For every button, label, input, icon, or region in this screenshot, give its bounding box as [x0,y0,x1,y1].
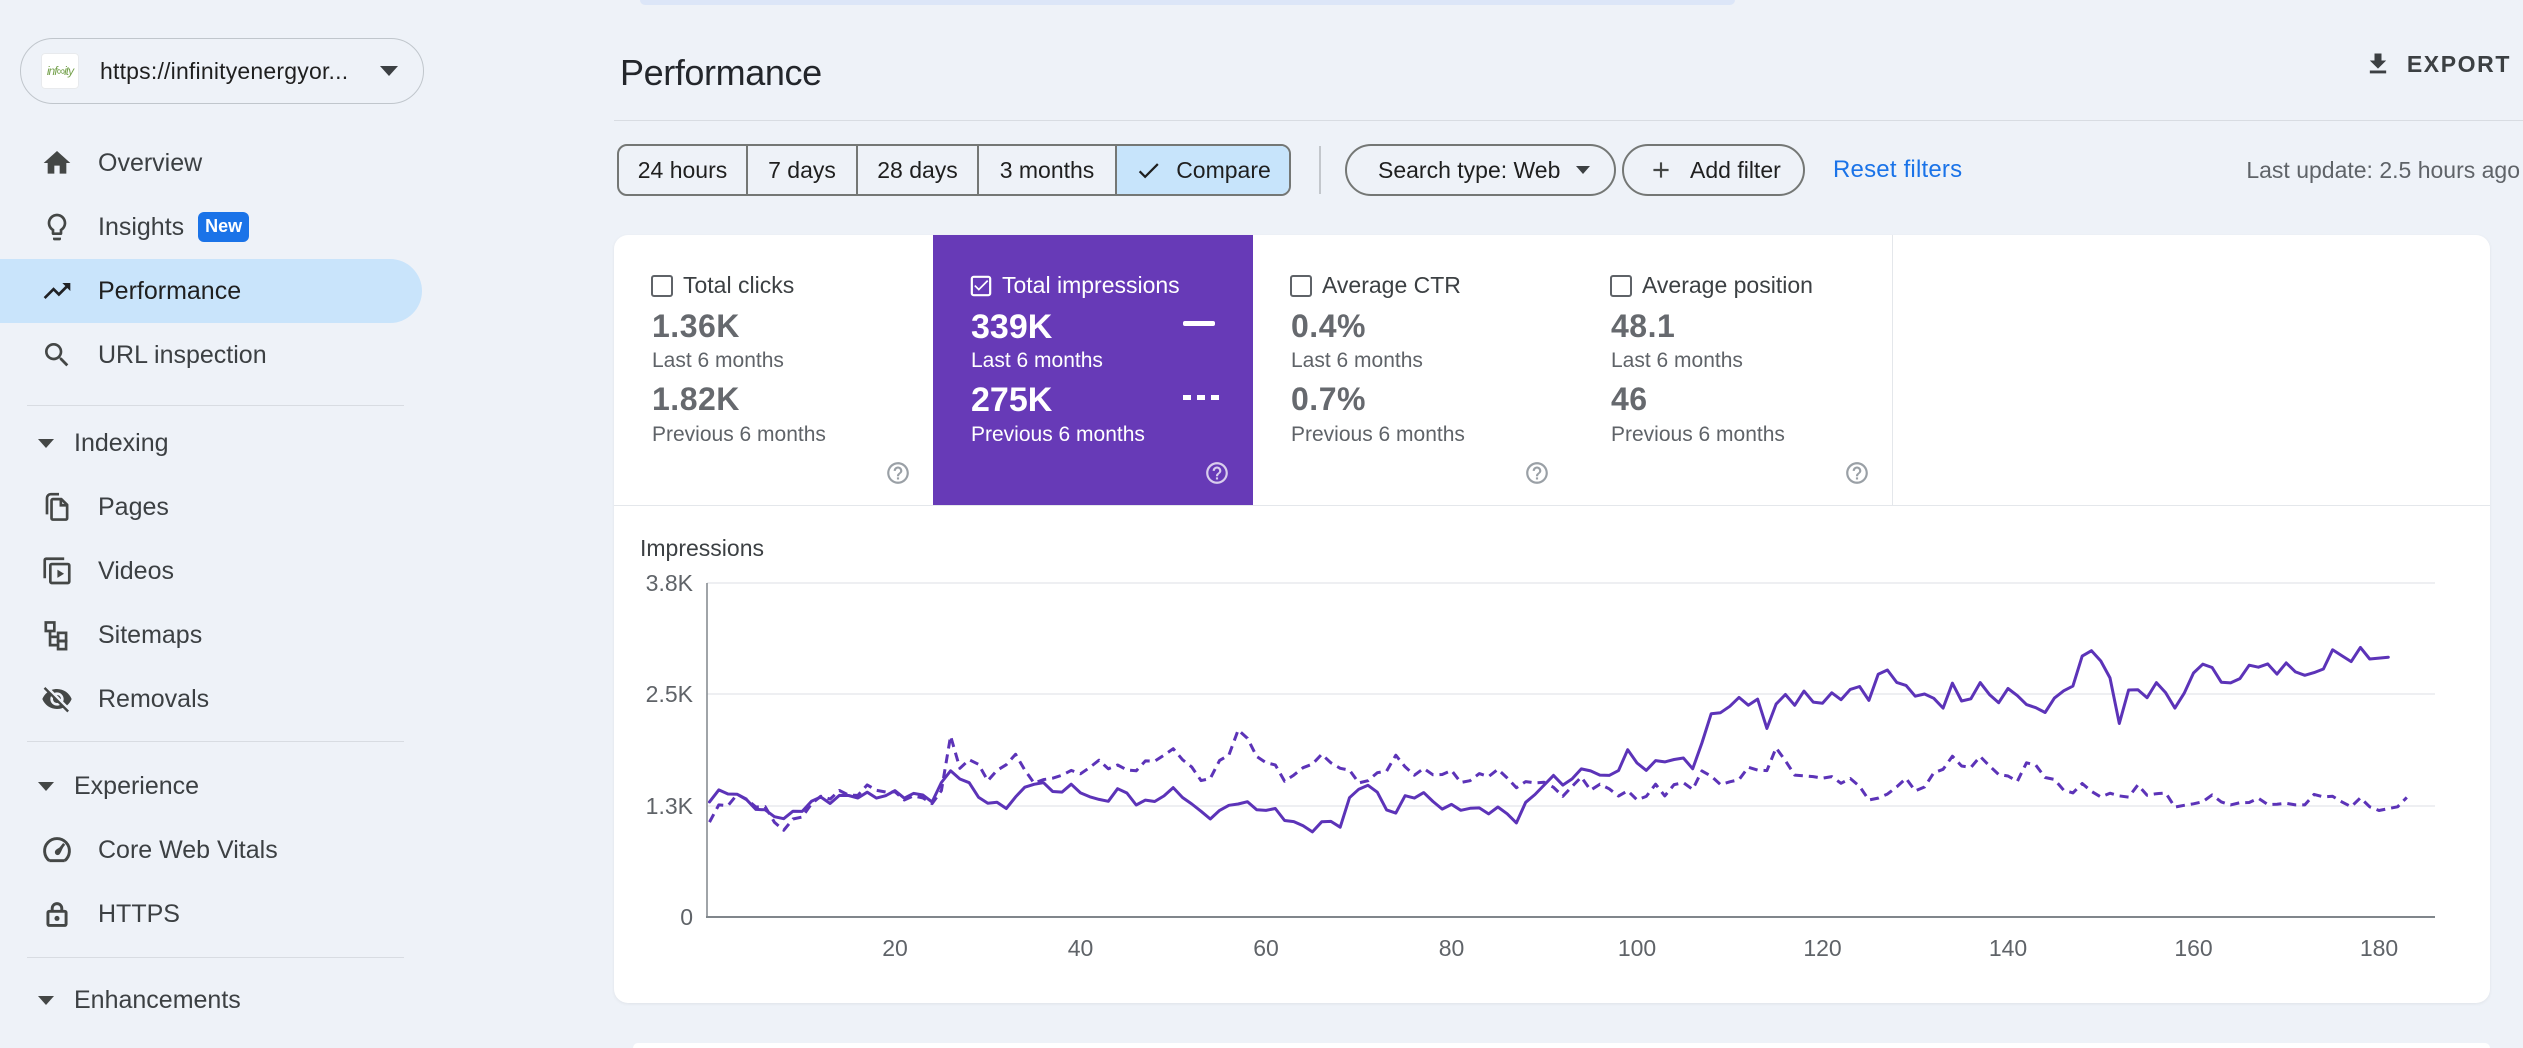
svg-text:120: 120 [1803,935,1841,961]
svg-text:140: 140 [1989,935,2027,961]
svg-text:20: 20 [882,935,908,961]
svg-text:60: 60 [1253,935,1279,961]
svg-text:Impressions: Impressions [640,535,764,561]
svg-text:100: 100 [1618,935,1656,961]
svg-text:160: 160 [2174,935,2212,961]
svg-text:1.3K: 1.3K [646,793,694,819]
svg-text:3.8K: 3.8K [646,570,694,596]
svg-text:40: 40 [1068,935,1094,961]
svg-text:180: 180 [2360,935,2398,961]
svg-text:80: 80 [1439,935,1465,961]
svg-text:2.5K: 2.5K [646,681,694,707]
svg-text:0: 0 [680,904,693,930]
